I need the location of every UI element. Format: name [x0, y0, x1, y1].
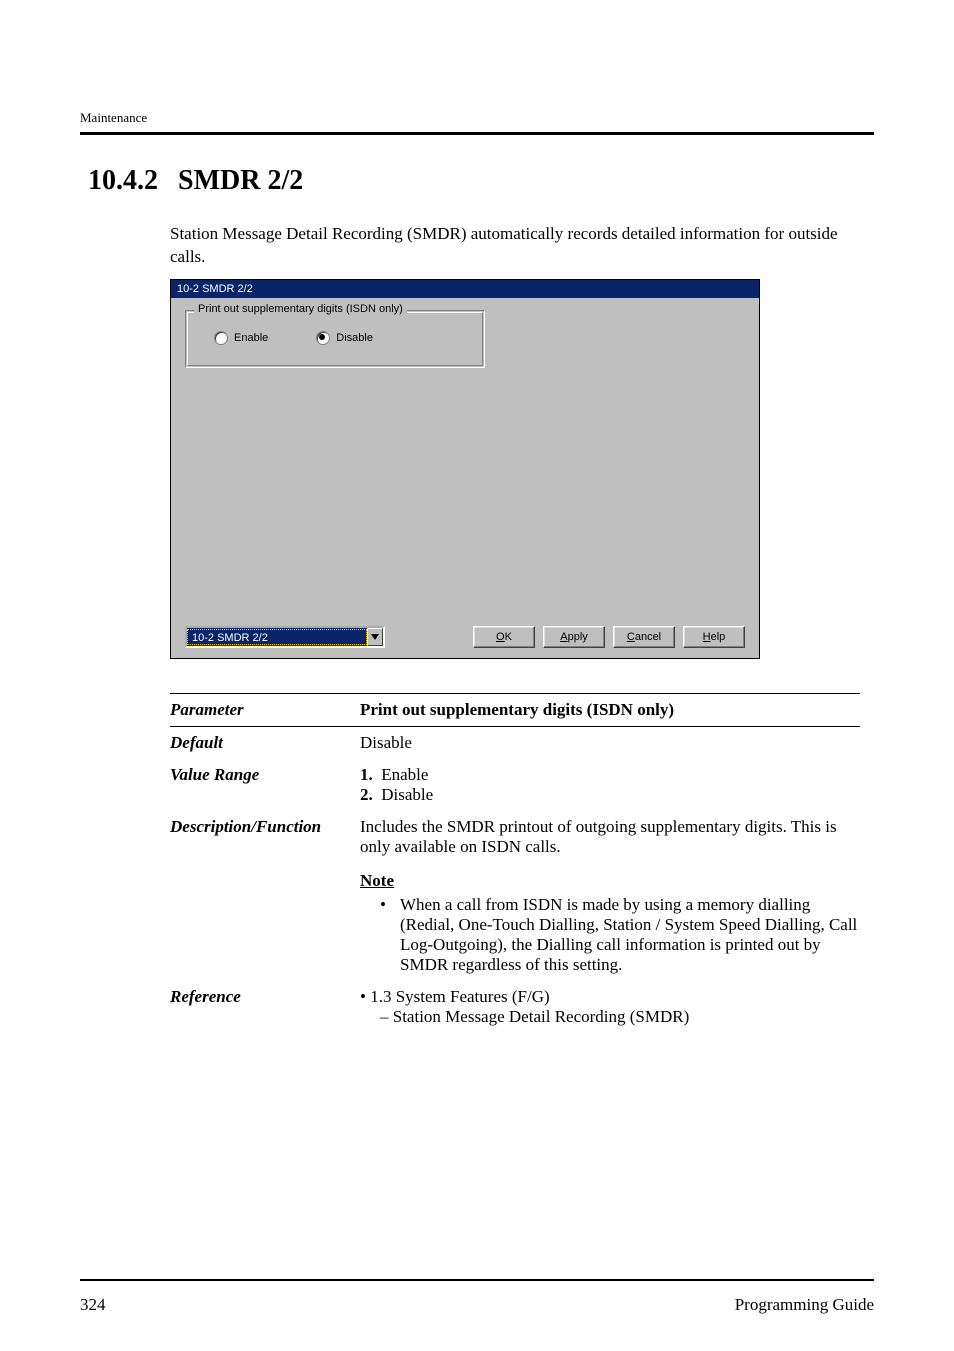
radio-icon: [214, 331, 228, 345]
combo-value: 10-2 SMDR 2/2: [187, 629, 367, 645]
description-main: Includes the SMDR printout of outgoing s…: [360, 817, 860, 857]
ok-button[interactable]: OK: [473, 626, 535, 648]
vr-num-1: 1.: [360, 765, 373, 784]
vr-val-2: Disable: [381, 785, 433, 804]
param-label-description: Description/Function: [170, 817, 360, 975]
param-value-value-range: 1. Enable 2. Disable: [360, 765, 860, 805]
param-label-value-range: Value Range: [170, 765, 360, 805]
page-number: 324: [80, 1295, 106, 1315]
help-mnemonic: H: [703, 631, 711, 643]
smdr-dialog: 10-2 SMDR 2/2 Print out supplementary di…: [170, 279, 760, 659]
param-value-reference: • 1.3 System Features (F/G) – Station Me…: [360, 987, 860, 1027]
param-row-default: Default Disable: [170, 727, 860, 759]
reference-subline: – Station Message Detail Recording (SMDR…: [360, 1007, 860, 1027]
help-rest: elp: [711, 631, 726, 643]
print-supplementary-groupbox: Print out supplementary digits (ISDN onl…: [185, 310, 485, 368]
param-label-parameter: Parameter: [170, 700, 360, 720]
chevron-down-icon: [371, 634, 379, 640]
param-row-reference: Reference • 1.3 System Features (F/G) – …: [170, 981, 860, 1033]
cancel-mnemonic: C: [627, 631, 635, 643]
apply-rest: pply: [568, 631, 588, 643]
ok-mnemonic: O: [496, 631, 505, 643]
param-label-reference: Reference: [170, 987, 360, 1027]
enable-radio[interactable]: Enable: [214, 331, 268, 345]
section-heading: 10.4.2 SMDR 2/2: [88, 165, 874, 197]
cancel-button[interactable]: Cancel: [613, 626, 675, 648]
intro-paragraph: Station Message Detail Recording (SMDR) …: [170, 223, 860, 269]
footer-title: Programming Guide: [735, 1295, 874, 1315]
apply-button[interactable]: Apply: [543, 626, 605, 648]
note-bullet-text: When a call from ISDN is made by using a…: [400, 895, 860, 975]
reference-line: • 1.3 System Features (F/G): [360, 987, 860, 1007]
enable-radio-label: Enable: [234, 332, 268, 344]
disable-radio-label: Disable: [336, 332, 373, 344]
note-heading: Note: [360, 871, 860, 891]
param-value-parameter: Print out supplementary digits (ISDN onl…: [360, 700, 860, 720]
dialog-button-row: 10-2 SMDR 2/2 OK Apply Cancel Help: [185, 626, 745, 648]
disable-radio[interactable]: Disable: [316, 331, 373, 345]
param-value-description: Includes the SMDR printout of outgoing s…: [360, 817, 860, 975]
help-button[interactable]: Help: [683, 626, 745, 648]
combo-dropdown-button[interactable]: [367, 628, 383, 646]
radio-icon: [316, 331, 330, 345]
cancel-rest: ancel: [635, 631, 661, 643]
header-rule: [80, 132, 874, 135]
dialog-titlebar: 10-2 SMDR 2/2: [171, 280, 759, 298]
vr-val-1: Enable: [381, 765, 428, 784]
ok-rest: K: [505, 631, 512, 643]
note-bullet: • When a call from ISDN is made by using…: [380, 895, 860, 975]
footer-rule: [80, 1279, 874, 1281]
parameter-block: Parameter Print out supplementary digits…: [170, 693, 860, 1033]
dialog-body: Print out supplementary digits (ISDN onl…: [171, 298, 759, 658]
footer: 324 Programming Guide: [80, 1295, 874, 1315]
vr-num-2: 2.: [360, 785, 373, 804]
groupbox-legend: Print out supplementary digits (ISDN onl…: [194, 303, 407, 315]
radio-row: Enable Disable: [186, 311, 484, 345]
param-row-description: Description/Function Includes the SMDR p…: [170, 811, 860, 981]
param-row-parameter: Parameter Print out supplementary digits…: [170, 694, 860, 726]
section-title: SMDR 2/2: [178, 165, 303, 197]
page-selector-combo[interactable]: 10-2 SMDR 2/2: [185, 626, 385, 648]
param-label-default: Default: [170, 733, 360, 753]
param-value-default: Disable: [360, 733, 860, 753]
apply-mnemonic: A: [560, 631, 567, 643]
section-number: 10.4.2: [88, 165, 158, 197]
bullet-icon: •: [380, 895, 390, 975]
running-header: Maintenance: [80, 110, 874, 126]
param-row-value-range: Value Range 1. Enable 2. Disable: [170, 759, 860, 811]
